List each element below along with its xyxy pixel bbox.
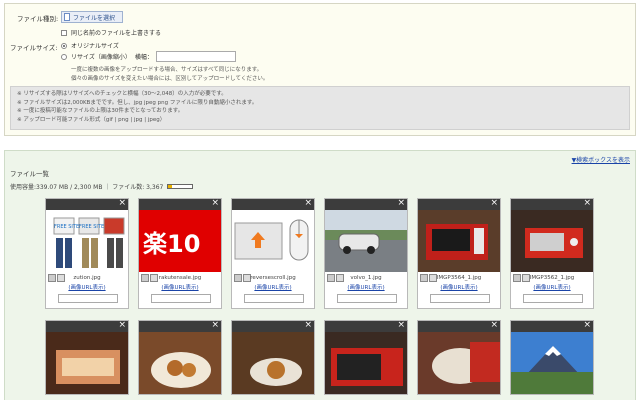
original-size-radio[interactable] <box>61 42 67 49</box>
file-select-button[interactable]: ファイルを選択 <box>61 11 123 23</box>
info-box: ※ リサイズする際はリサイズへのチェックと横幅（30～2,048）の入力が必要で… <box>10 86 630 130</box>
overwrite-checkbox[interactable] <box>61 29 67 36</box>
close-icon[interactable]: × <box>583 198 591 208</box>
file-card: × <box>231 320 315 395</box>
file-card: × <box>417 320 501 395</box>
file-thumbnail[interactable]: 楽10 <box>139 210 221 272</box>
file-thumbnail[interactable] <box>325 210 407 272</box>
note-line-2: 個々の画像のサイズを変えたい場合には、区別してアップロードしてください。 <box>71 76 269 82</box>
file-name: IMGP3562_1.jpg <box>529 275 575 281</box>
close-icon[interactable]: × <box>490 198 498 208</box>
file-list-title: ファイル一覧 <box>10 170 49 178</box>
url-field[interactable] <box>523 294 583 303</box>
overwrite-label: 同じ名前のファイルを上書きする <box>71 30 162 37</box>
file-name: zution.jpg <box>73 275 101 281</box>
close-icon[interactable]: × <box>397 320 405 330</box>
file-card: × <box>324 320 408 395</box>
url-field[interactable] <box>151 294 211 303</box>
free-site-text: FREE SITE <box>54 224 79 230</box>
resize-option[interactable]: リサイズ（画像縮小） 横幅： <box>61 51 236 62</box>
close-icon[interactable]: × <box>118 320 126 330</box>
file-thumbnail[interactable] <box>232 332 314 394</box>
original-size-option[interactable]: オリジナルサイズ <box>61 41 119 50</box>
file-thumbnail[interactable] <box>46 332 128 394</box>
file-icon <box>64 13 70 21</box>
file-card: × <box>138 320 222 395</box>
close-icon[interactable]: × <box>490 320 498 330</box>
usage-bar-fill <box>168 185 172 188</box>
show-url-link[interactable]: (画像URL表示) <box>46 283 128 291</box>
file-card: × IMGP3562_1.jpg (画像URL表示) <box>510 198 594 309</box>
usage-bar <box>167 184 194 189</box>
close-icon[interactable]: × <box>304 320 312 330</box>
close-icon[interactable]: × <box>118 198 126 208</box>
file-thumbnail[interactable] <box>232 210 314 272</box>
info-line: ※ 一度に投稿可能なファイルの上限は30件までとなっております。 <box>17 108 184 114</box>
close-icon[interactable]: × <box>304 198 312 208</box>
close-icon[interactable]: × <box>211 320 219 330</box>
info-line: ※ リサイズする際はリサイズへのチェックと横幅（30～2,048）の入力が必要で… <box>17 91 227 97</box>
info-line: ※ アップロード可能ファイル形式（gif | png | jpg | jpeg） <box>17 116 166 123</box>
file-thumbnail[interactable] <box>418 210 500 272</box>
file-card: × <box>510 320 594 395</box>
width-label: 横幅： <box>134 54 153 61</box>
file-thumbnail[interactable] <box>418 332 500 394</box>
file-card: × reversescroll.jpg (画像URL表示) <box>231 198 315 309</box>
url-field[interactable] <box>337 294 397 303</box>
close-icon[interactable]: × <box>583 320 591 330</box>
file-select-button-label: ファイルを選択 <box>73 14 116 22</box>
file-thumbnail[interactable] <box>325 332 407 394</box>
file-name: rakutensale.jpg <box>158 275 202 281</box>
file-card: × volvo_1.jpg (画像URL表示) <box>324 198 408 309</box>
show-url-link[interactable]: (画像URL表示) <box>232 283 314 291</box>
file-size-label: ファイルサイズ: <box>10 44 58 52</box>
original-size-label: オリジナルサイズ <box>71 43 119 50</box>
file-card: × IMGP3564_1.jpg (画像URL表示) <box>417 198 501 309</box>
file-card: × 楽10 rakutensale.jpg (画像URL表示) <box>138 198 222 309</box>
file-thumbnail[interactable] <box>511 332 593 394</box>
search-box-toggle-link[interactable]: ▼検索ボックスを表示 <box>572 155 630 164</box>
width-input[interactable] <box>155 51 236 62</box>
free-site-text: FREE SITE <box>79 224 104 230</box>
url-field[interactable] <box>244 294 304 303</box>
file-list-panel: ▼検索ボックスを表示 ファイル一覧 使用容量:339.07 MB / 2,300… <box>4 150 636 400</box>
file-type-label: ファイル種別: <box>17 15 59 23</box>
file-name: reversescroll.jpg <box>250 275 296 281</box>
show-url-link[interactable]: (画像URL表示) <box>418 283 500 291</box>
usage-info: 使用容量:339.07 MB / 2,300 MB ｜ ファイル数: 3,367 <box>10 182 194 191</box>
file-thumbnail[interactable] <box>139 332 221 394</box>
file-name: volvo_1.jpg <box>350 275 382 281</box>
file-card: × <box>45 320 129 395</box>
file-thumbnail[interactable] <box>511 210 593 272</box>
show-url-link[interactable]: (画像URL表示) <box>139 283 221 291</box>
url-field[interactable] <box>58 294 118 303</box>
upload-form-panel: ファイル種別: ファイルを選択 同じ名前のファイルを上書きする ファイルサイズ:… <box>4 3 636 136</box>
show-url-link[interactable]: (画像URL表示) <box>325 283 407 291</box>
note-line-1: 一度に複数の画像をアップロードする場合、サイズはすべて同じになります。 <box>71 67 263 73</box>
usage-text: 使用容量:339.07 MB / 2,300 MB ｜ ファイル数: 3,367 <box>10 184 164 191</box>
file-thumbnail[interactable]: FREE SITE FREE SITE <box>46 210 128 272</box>
resize-radio[interactable] <box>61 53 67 60</box>
close-icon[interactable]: × <box>397 198 405 208</box>
file-card: × FREE SITE FREE SITE zution.jpg (画像URL表… <box>45 198 129 309</box>
file-name: IMGP3564_1.jpg <box>436 275 482 281</box>
overwrite-option[interactable]: 同じ名前のファイルを上書きする <box>61 28 161 37</box>
info-line: ※ ファイルサイズは2,000KBまでです。但し、jpg jpeg png ファ… <box>17 99 258 106</box>
show-url-link[interactable]: (画像URL表示) <box>511 283 593 291</box>
resize-label: リサイズ（画像縮小） <box>71 54 131 61</box>
url-field[interactable] <box>430 294 490 303</box>
close-icon[interactable]: × <box>211 198 219 208</box>
rakuten-text: 楽10 <box>143 230 201 258</box>
